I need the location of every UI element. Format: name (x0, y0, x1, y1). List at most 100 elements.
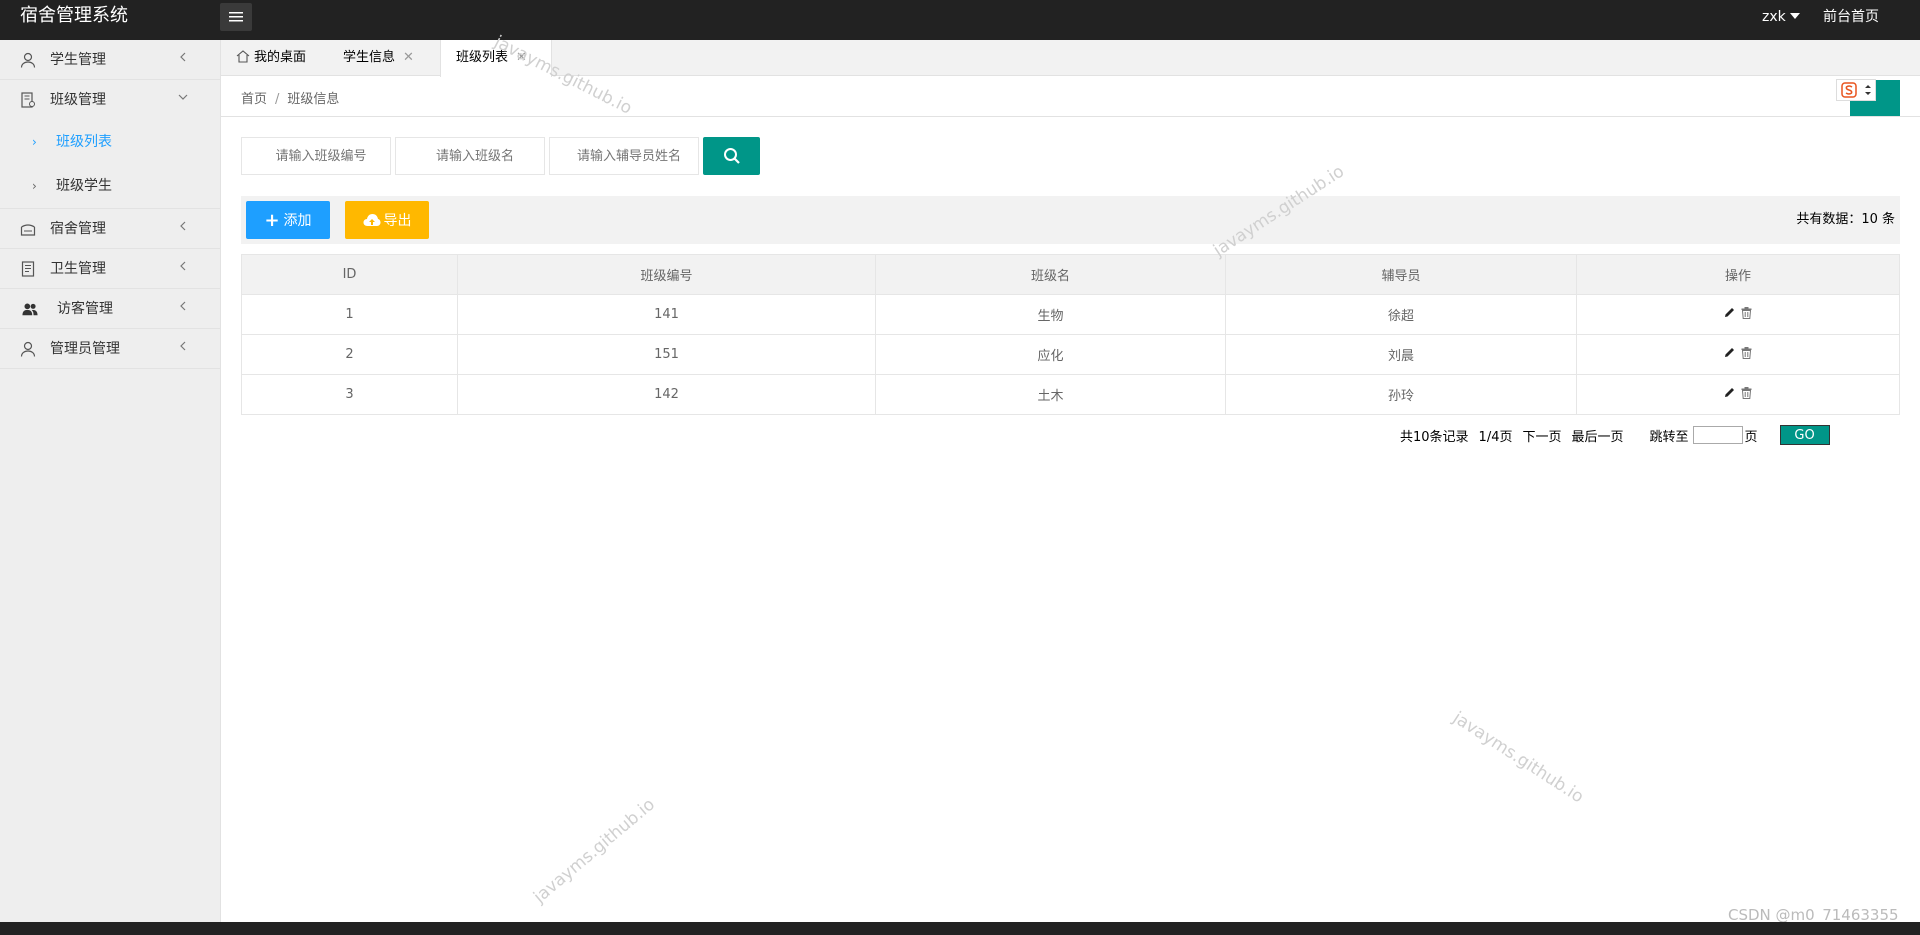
cell-class-no: 151 (457, 334, 876, 375)
sidebar-item-label: 访客管理 (57, 301, 113, 317)
cell-class-no: 141 (457, 294, 876, 335)
close-icon[interactable]: ✕ (516, 50, 527, 65)
cell-counselor: 刘晨 (1225, 334, 1577, 375)
export-button[interactable]: 导出 (345, 201, 429, 239)
class-table: ID 班级编号 班级名 辅导员 操作 1 141 生物 徐超 2 151 应化 … (241, 254, 1900, 415)
chevron-right-icon: › (32, 179, 37, 193)
bottom-bar (0, 922, 1920, 935)
cell-class-name: 生物 (875, 294, 1226, 335)
cell-id: 3 (241, 374, 458, 415)
jump-page-input[interactable] (1692, 426, 1743, 444)
table-toolbar: + 添加 导出 共有数据：10 条 (241, 196, 1900, 244)
menu-toggle-button[interactable] (220, 3, 252, 31)
chevron-left-icon (180, 301, 186, 311)
cell-actions (1576, 294, 1900, 335)
cell-id: 1 (241, 294, 458, 335)
tab-label: 学生信息 (343, 50, 396, 65)
search-icon (723, 148, 740, 164)
column-header: 辅导员 (1225, 254, 1577, 295)
tab-my-desktop[interactable]: 我的桌面 (236, 40, 316, 76)
export-label: 导出 (383, 213, 412, 229)
breadcrumb-current: 班级信息 (287, 92, 340, 107)
cell-counselor: 徐超 (1225, 294, 1577, 335)
next-page-link[interactable]: 下一页 (1522, 426, 1561, 445)
delete-icon[interactable] (1741, 346, 1752, 363)
sidebar-subitem-label: 班级学生 (56, 178, 112, 194)
plus-icon: + (264, 209, 280, 231)
content-divider (221, 116, 1920, 117)
user-icon (20, 52, 36, 68)
table-row: 2 151 应化 刘晨 (241, 334, 1900, 375)
search-button[interactable] (703, 137, 760, 175)
total-count: 共有数据：10 条 (1796, 212, 1895, 227)
sidebar-subitem-label: 班级列表 (56, 134, 112, 150)
sidebar-subitem-class-list[interactable]: › 班级列表 (0, 120, 220, 164)
sidebar-item-admins[interactable]: 管理员管理 (0, 329, 220, 369)
go-button[interactable]: GO (1779, 425, 1830, 445)
sidebar-item-label: 学生管理 (50, 52, 106, 68)
tab-label: 我的桌面 (254, 50, 307, 65)
user-name: zxk (1762, 9, 1786, 25)
cell-class-name: 土木 (875, 374, 1226, 415)
sidebar-item-class[interactable]: 班级管理 (0, 80, 220, 120)
tab-student-info[interactable]: 学生信息 ✕ (343, 40, 423, 76)
table-header-row: ID 班级编号 班级名 辅导员 操作 (241, 254, 1900, 295)
sidebar-item-label: 宿舍管理 (50, 221, 106, 237)
cloud-upload-icon (363, 214, 380, 226)
cell-class-name: 应化 (875, 334, 1226, 375)
class-no-input[interactable] (241, 137, 391, 175)
sidebar-item-hygiene[interactable]: 卫生管理 (0, 249, 220, 289)
chevron-left-icon (180, 221, 186, 231)
cell-class-no: 142 (457, 374, 876, 415)
last-page-link[interactable]: 最后一页 (1572, 426, 1624, 445)
edit-icon[interactable] (1724, 347, 1735, 362)
visitors-icon (22, 303, 38, 316)
breadcrumb-separator: / (275, 92, 280, 107)
breadcrumb-home[interactable]: 首页 (241, 92, 267, 107)
table-row: 1 141 生物 徐超 (241, 294, 1900, 335)
tab-label: 班级列表 (456, 50, 509, 65)
admin-icon (20, 341, 36, 357)
add-button[interactable]: + 添加 (246, 201, 330, 239)
add-label: 添加 (283, 213, 312, 229)
dorm-icon (20, 224, 36, 236)
caret-down-icon (1789, 13, 1800, 19)
counselor-input[interactable] (549, 137, 699, 175)
class-name-input[interactable] (395, 137, 545, 175)
edit-icon[interactable] (1724, 387, 1735, 402)
cell-counselor: 孙玲 (1225, 374, 1577, 415)
column-header: 班级编号 (457, 254, 876, 295)
menu-icon (229, 12, 243, 22)
sidebar-item-label: 卫生管理 (50, 261, 106, 277)
sogou-ime-badge (1836, 79, 1876, 101)
hygiene-icon (21, 261, 35, 277)
chevron-left-icon (180, 341, 186, 351)
user-menu[interactable]: zxk (1762, 0, 1800, 34)
table-row: 3 142 土木 孙玲 (241, 374, 1900, 415)
edit-icon[interactable] (1724, 307, 1735, 322)
delete-icon[interactable] (1741, 306, 1752, 323)
sidebar-item-label: 管理员管理 (50, 341, 120, 357)
sogou-icon (1840, 82, 1857, 98)
sidebar: 学生管理 班级管理 › 班级列表 › 班级学生 宿舍管理 卫生管理 访客管理 管 (0, 40, 221, 922)
sidebar-subitem-class-students[interactable]: › 班级学生 (0, 164, 220, 208)
chevron-down-icon (178, 94, 188, 100)
close-icon[interactable]: ✕ (403, 50, 414, 65)
sidebar-item-students[interactable]: 学生管理 (0, 40, 220, 80)
home-icon (236, 50, 250, 63)
cell-id: 2 (241, 334, 458, 375)
ime-arrows-icon (1864, 85, 1871, 95)
front-page-link[interactable]: 前台首页 (1823, 0, 1879, 34)
sidebar-group-class: 班级管理 › 班级列表 › 班级学生 (0, 80, 220, 209)
sidebar-item-dorm[interactable]: 宿舍管理 (0, 209, 220, 249)
tab-class-list[interactable]: 班级列表 ✕ (440, 40, 552, 77)
jump-label: 跳转至 (1649, 429, 1689, 445)
page-info: 1/4页 (1478, 429, 1513, 445)
delete-icon[interactable] (1741, 386, 1752, 403)
app-title: 宿舍管理系统 (20, 5, 128, 26)
chevron-left-icon (180, 52, 186, 62)
cell-actions (1576, 374, 1900, 415)
sidebar-item-visitors[interactable]: 访客管理 (0, 289, 220, 329)
sidebar-item-label: 班级管理 (50, 92, 106, 108)
page-suffix: 页 (1744, 429, 1758, 445)
